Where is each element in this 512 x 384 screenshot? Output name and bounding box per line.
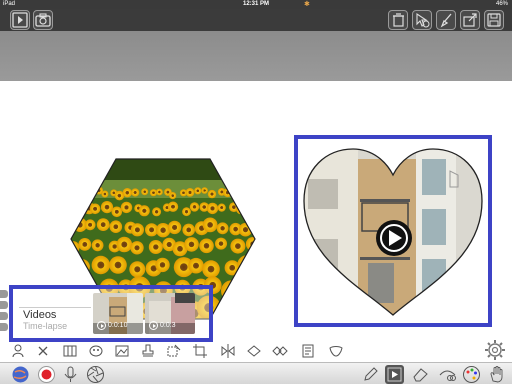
image-button[interactable] xyxy=(114,343,130,359)
page-button[interactable] xyxy=(300,343,316,359)
grid-icon xyxy=(63,345,77,357)
settings-button[interactable] xyxy=(482,338,508,362)
select-area-button[interactable] xyxy=(166,343,182,359)
diamond-button[interactable] xyxy=(246,343,262,359)
save-icon xyxy=(487,13,501,27)
app-window: iPad 12:31 PM ✱ 46% Videos Time-lapse 0:… xyxy=(0,0,512,384)
eraser-icon xyxy=(413,368,428,382)
microphone-button[interactable] xyxy=(61,365,80,384)
bluetooth-icon: ✱ xyxy=(304,1,310,8)
crop-button[interactable] xyxy=(192,343,208,359)
videos-subtitle: Time-lapse xyxy=(23,321,68,331)
theater-mask-icon xyxy=(89,345,103,357)
video-play-icon[interactable] xyxy=(376,220,412,256)
shape-toolbar xyxy=(0,342,512,360)
heart-video-selection[interactable] xyxy=(294,135,492,327)
eraser-button[interactable] xyxy=(411,365,430,384)
x-icon xyxy=(38,346,48,356)
path-tool-button[interactable] xyxy=(438,365,457,384)
bottom-toolbar xyxy=(0,362,512,384)
palette-button[interactable] xyxy=(462,365,481,384)
person-button[interactable] xyxy=(10,343,26,359)
page-icon xyxy=(302,344,314,358)
pencil-icon xyxy=(364,367,378,381)
save-button[interactable] xyxy=(484,10,504,30)
flip-button[interactable] xyxy=(220,343,236,359)
play-square-icon xyxy=(12,12,28,28)
grid-button[interactable] xyxy=(62,343,78,359)
stamp-icon xyxy=(142,344,154,357)
video-clip-thumbnail[interactable]: 0:0:3 xyxy=(145,293,195,334)
canvas-header-band xyxy=(0,31,512,81)
video-clip-thumbnail[interactable]: 0:0:10 xyxy=(93,293,143,334)
gear-icon xyxy=(485,340,505,360)
close-shape-button[interactable] xyxy=(35,343,51,359)
camera-button[interactable] xyxy=(33,10,53,30)
flip-icon xyxy=(221,344,235,358)
brush-icon xyxy=(440,13,452,28)
person-icon xyxy=(12,344,24,358)
mask-icon xyxy=(329,346,343,357)
play-mode-button[interactable] xyxy=(385,365,404,384)
image-icon xyxy=(115,345,129,357)
side-tab[interactable] xyxy=(0,290,8,298)
select-area-icon xyxy=(167,344,181,357)
hand-button[interactable] xyxy=(487,365,506,384)
move-select-icon xyxy=(416,12,430,28)
side-tab[interactable] xyxy=(0,323,8,331)
crop-icon xyxy=(193,344,207,358)
divider xyxy=(19,307,91,308)
move-select-button[interactable] xyxy=(412,10,432,30)
microphone-icon xyxy=(64,366,77,382)
stamp-button[interactable] xyxy=(140,343,156,359)
delete-button[interactable] xyxy=(388,10,408,30)
side-tab[interactable] xyxy=(0,301,8,309)
clip-duration: 0:0:3 xyxy=(149,321,176,330)
hand-icon xyxy=(490,366,503,383)
videos-panel[interactable]: Videos Time-lapse 0:0:10 0:0:3 xyxy=(9,285,213,342)
play-square-button[interactable] xyxy=(10,10,30,30)
clip-duration: 0:0:10 xyxy=(97,321,127,330)
aperture-icon xyxy=(87,366,104,383)
globe-button[interactable] xyxy=(11,365,30,384)
play-icon xyxy=(149,321,158,330)
mask-filter-button[interactable] xyxy=(328,343,344,359)
share-icon xyxy=(463,13,477,27)
aperture-button[interactable] xyxy=(86,365,105,384)
heart-video[interactable] xyxy=(298,139,488,323)
play-icon xyxy=(387,367,402,382)
play-icon xyxy=(97,321,106,330)
mask-button[interactable] xyxy=(88,343,104,359)
battery-level: 46% xyxy=(495,1,508,7)
record-icon xyxy=(38,366,55,383)
record-button[interactable] xyxy=(37,365,56,384)
top-toolbar xyxy=(0,9,512,31)
diamonds-icon xyxy=(272,346,288,356)
pencil-button[interactable] xyxy=(361,365,380,384)
camera-icon xyxy=(35,13,51,27)
globe-icon xyxy=(12,366,29,383)
videos-title: Videos xyxy=(23,309,57,321)
diamond-icon xyxy=(247,345,261,357)
scissors-path-icon xyxy=(439,370,456,381)
trash-icon xyxy=(393,13,404,27)
share-button[interactable] xyxy=(460,10,480,30)
palette-icon xyxy=(463,366,480,383)
brush-button[interactable] xyxy=(436,10,456,30)
status-bar: iPad 12:31 PM ✱ 46% xyxy=(0,0,512,9)
double-diamond-button[interactable] xyxy=(272,343,288,359)
clock: 12:31 PM xyxy=(242,1,269,7)
side-tab[interactable] xyxy=(0,312,8,320)
